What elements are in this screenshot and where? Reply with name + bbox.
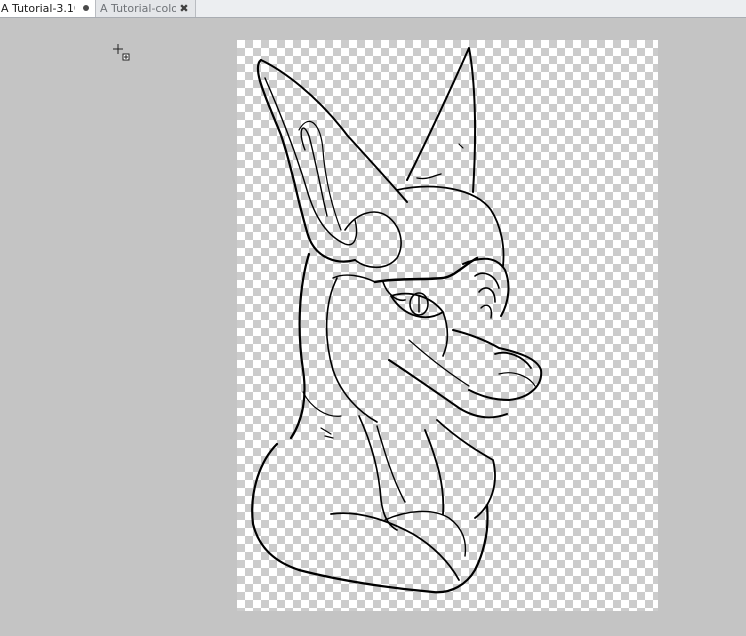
drawing-canvas[interactable] [237,40,658,611]
tab-tutorial-color[interactable]: A Tutorial-color ✖ [96,0,196,17]
fox-lineart [251,47,543,594]
eyedropper-crosshair-icon [113,44,130,61]
app-window: A Tutorial-3.10* A Tutorial-color ✖ [0,0,746,636]
tab-label: A Tutorial-color [100,2,176,15]
close-icon[interactable]: ✖ [179,0,189,17]
tab-label: A Tutorial-3.10* [1,2,75,15]
unsaved-dot-icon [83,5,89,11]
tab-tutorial-3-10[interactable]: A Tutorial-3.10* [0,0,96,17]
document-tab-bar: A Tutorial-3.10* A Tutorial-color ✖ [0,0,746,18]
canvas-workspace[interactable] [0,18,746,636]
